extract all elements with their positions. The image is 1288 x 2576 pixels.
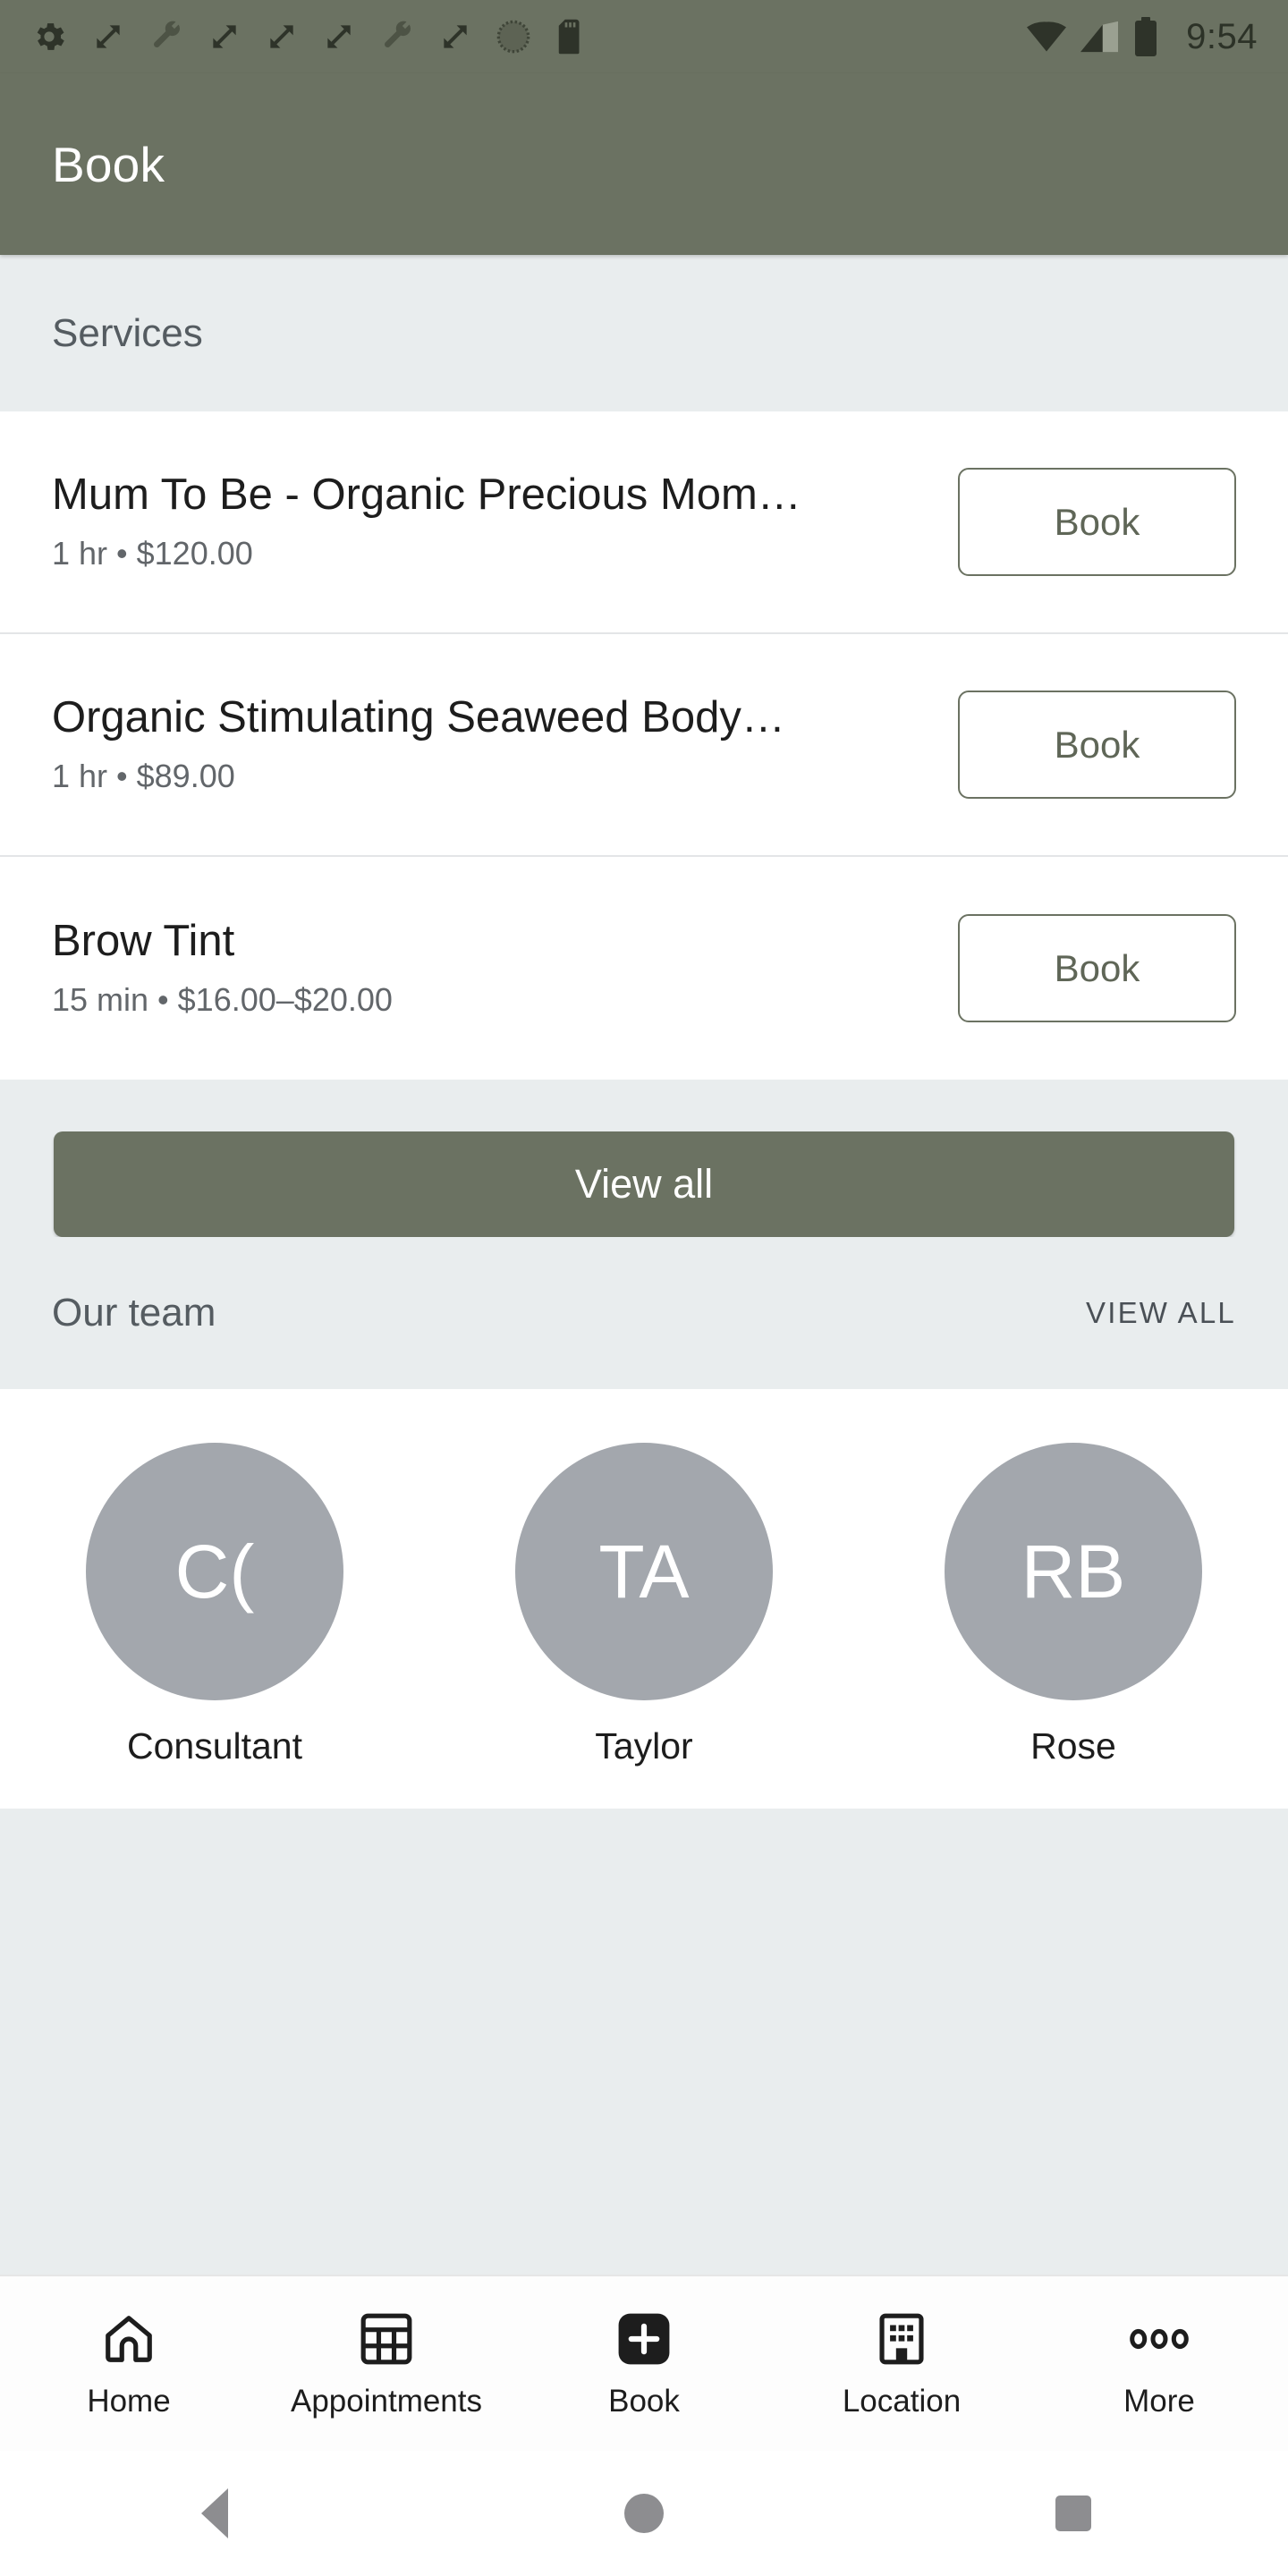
nav-label-appointments: Appointments [290, 2383, 483, 2419]
system-home-button[interactable] [429, 2494, 859, 2533]
system-navigation-bar [0, 2451, 1288, 2576]
service-row[interactable]: Organic Stimulating Seaweed Body… 1 hr •… [0, 634, 1288, 857]
nav-label-location: Location [842, 2383, 962, 2419]
nav-label-book: Book [608, 2383, 680, 2419]
content-empty-area [0, 1809, 1288, 2238]
wrench-icon [154, 21, 180, 47]
avatar: RB [944, 1443, 1202, 1700]
battery-icon [1135, 17, 1157, 56]
sync-arrows-icon [327, 25, 351, 48]
main-content: Services Mum To Be - Organic Precious Mo… [0, 255, 1288, 2275]
app-screen: 9:54 Book Services Mum To Be - Organic P… [0, 0, 1288, 2576]
sync-arrows-icon [213, 25, 236, 48]
status-bar-clock: 9:54 [1186, 16, 1258, 56]
building-icon [877, 2309, 926, 2369]
sd-card-icon [558, 19, 580, 55]
sync-arrows-icon [97, 25, 120, 48]
service-row[interactable]: Brow Tint 15 min • $16.00–$20.00 Book [0, 857, 1288, 1080]
services-view-all-wrapper: View all [0, 1080, 1288, 1237]
plus-square-icon [616, 2309, 672, 2369]
services-view-all-button[interactable]: View all [54, 1131, 1234, 1237]
team-member[interactable]: C( Consultant [0, 1443, 429, 1767]
team-member[interactable]: TA Taylor [429, 1443, 859, 1767]
cell-signal-icon [1080, 21, 1119, 53]
team-member-name: Consultant [126, 1725, 302, 1767]
nav-item-home[interactable]: Home [0, 2309, 258, 2419]
nav-item-book[interactable]: Book [515, 2309, 773, 2419]
nav-label-home: Home [87, 2383, 171, 2419]
sync-arrows-icon [270, 25, 293, 48]
wrench-icon [385, 21, 411, 47]
recents-square-icon [1055, 2496, 1091, 2531]
bottom-navigation-bar: Home Appointments Book Location More [0, 2275, 1288, 2451]
service-name: Organic Stimulating Seaweed Body… [52, 693, 785, 741]
service-meta: 15 min • $16.00–$20.00 [52, 981, 393, 1019]
dotted-circle-icon [496, 20, 530, 54]
service-name: Mum To Be - Organic Precious Mom… [52, 470, 801, 519]
system-recents-button[interactable] [859, 2496, 1288, 2531]
team-section-title: Our team [52, 1291, 216, 1335]
service-text-block: Organic Stimulating Seaweed Body… 1 hr •… [52, 694, 958, 796]
avatar: C( [85, 1443, 343, 1700]
services-section-header: Services [0, 255, 1288, 411]
services-section-title: Services [52, 310, 203, 355]
services-list: Mum To Be - Organic Precious Mom… 1 hr •… [0, 411, 1288, 1080]
service-book-button[interactable]: Book [958, 468, 1236, 576]
calendar-grid-icon [360, 2309, 412, 2369]
service-meta: 1 hr • $89.00 [52, 758, 235, 795]
team-members-list: C( Consultant TA Taylor RB Rose [0, 1389, 1288, 1809]
sync-arrows-icon [444, 25, 467, 48]
service-text-block: Mum To Be - Organic Precious Mom… 1 hr •… [52, 471, 958, 573]
nav-item-more[interactable]: More [1030, 2309, 1288, 2419]
status-bar-right-icons: 9:54 [1027, 17, 1258, 57]
nav-label-more: More [1123, 2383, 1195, 2419]
team-member-name: Taylor [595, 1725, 693, 1767]
team-member[interactable]: RB Rose [859, 1443, 1288, 1767]
home-circle-icon [624, 2494, 664, 2533]
gear-icon [37, 23, 64, 50]
home-icon [101, 2309, 157, 2369]
service-book-button[interactable]: Book [958, 914, 1236, 1022]
more-dots-icon [1130, 2309, 1189, 2369]
wifi-icon [1027, 21, 1067, 52]
team-member-name: Rose [1030, 1725, 1116, 1767]
nav-item-appointments[interactable]: Appointments [258, 2309, 515, 2419]
team-view-all-link[interactable]: VIEW ALL [1086, 1296, 1236, 1330]
page-title: Book [52, 136, 165, 192]
service-text-block: Brow Tint 15 min • $16.00–$20.00 [52, 918, 958, 1020]
team-section-header: Our team VIEW ALL [0, 1237, 1288, 1389]
service-name: Brow Tint [52, 917, 235, 965]
system-back-button[interactable] [0, 2488, 429, 2538]
avatar: TA [514, 1443, 773, 1700]
service-row[interactable]: Mum To Be - Organic Precious Mom… 1 hr •… [0, 411, 1288, 634]
back-triangle-icon [201, 2488, 228, 2538]
status-bar: 9:54 [0, 0, 1288, 73]
status-bar-left-icons [30, 18, 1027, 55]
app-bar: Book [0, 73, 1288, 255]
service-book-button[interactable]: Book [958, 691, 1236, 799]
nav-item-location[interactable]: Location [773, 2309, 1030, 2419]
service-meta: 1 hr • $120.00 [52, 535, 253, 572]
